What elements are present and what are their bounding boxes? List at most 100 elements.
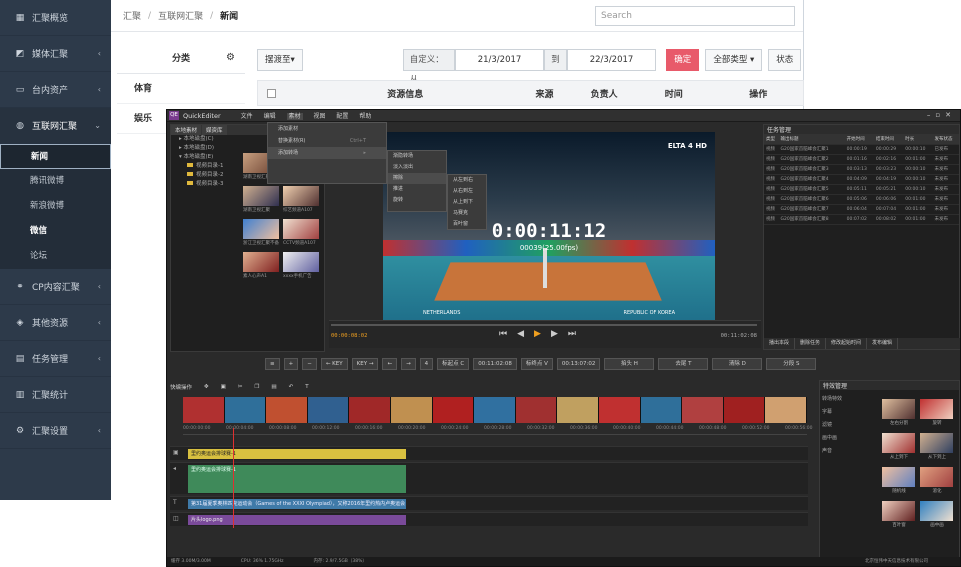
table-row[interactable]: 视频 G20国家首脑峰会汇聚5 00:05:11 00:05:21 00:00:10 未发… bbox=[764, 184, 959, 195]
frame-count-input[interactable]: 4 bbox=[419, 358, 434, 370]
filmstrip[interactable] bbox=[183, 397, 807, 423]
breadcrumb-item[interactable]: 互联网汇聚 bbox=[158, 9, 203, 22]
table-row[interactable]: 视频 G20国家首脑峰会汇聚4 00:04:09 00:04:19 00:00:10 未发… bbox=[764, 174, 959, 185]
effect-category[interactable]: 转场特效 bbox=[822, 395, 842, 408]
clear-button[interactable]: 清除 D bbox=[712, 358, 763, 370]
sidebar-item-settings[interactable]: ⚙ 汇聚设置 ‹ bbox=[0, 413, 111, 449]
text-clip[interactable]: 第31届夏季奥林匹克运动会（Games of the XXXI Olympiad… bbox=[188, 499, 406, 509]
sidebar-subitem-wechat[interactable]: 微信 bbox=[0, 219, 111, 244]
sidebar-item-media[interactable]: ◩ 媒体汇聚 ‹ bbox=[0, 36, 111, 72]
out-timecode-field[interactable]: 00:13:07:02 bbox=[556, 358, 601, 370]
zoom-in-button[interactable]: + bbox=[283, 358, 299, 370]
sidebar-item-tasks[interactable]: ▤ 任务管理 ‹ bbox=[0, 341, 111, 377]
menu-item[interactable]: 旋转 bbox=[388, 195, 446, 206]
menu-item[interactable]: 马赛克 bbox=[448, 208, 486, 219]
menu-item[interactable]: 渐隐转场 bbox=[388, 151, 446, 162]
search-input[interactable]: Search bbox=[595, 6, 795, 26]
category-item[interactable]: 体育 bbox=[117, 74, 245, 104]
trim-head-button[interactable]: 掐头 H bbox=[604, 358, 655, 370]
step-forward-button[interactable]: → bbox=[401, 358, 416, 370]
menu-item[interactable]: 百叶窗 bbox=[448, 219, 486, 230]
sidebar-item-internet[interactable]: ◍ 互联网汇聚 ⌄ bbox=[0, 108, 111, 144]
menu-item[interactable]: 从上到下 bbox=[448, 197, 486, 208]
effect-thumbnail[interactable] bbox=[920, 399, 953, 419]
date-to-input[interactable]: 22/3/2017 bbox=[566, 49, 657, 71]
sidebar-item-cp[interactable]: ⚭ CP内容汇聚 ‹ bbox=[0, 269, 111, 305]
audio-clip[interactable]: 里约奥运会排球赛-1 bbox=[188, 465, 406, 493]
scrub-bar[interactable] bbox=[331, 324, 757, 326]
thumbnail[interactable] bbox=[283, 252, 319, 272]
menu-item[interactable]: 擦除 bbox=[388, 173, 446, 184]
menu-view[interactable]: 视图 bbox=[313, 113, 325, 120]
mark-in-button[interactable]: 标起点 C bbox=[437, 358, 470, 370]
status-select[interactable]: 状态 bbox=[768, 49, 802, 71]
menu-edit[interactable]: 编辑 bbox=[264, 113, 276, 120]
effect-category[interactable]: 字幕 bbox=[822, 408, 842, 421]
tab-media-library[interactable]: 媒资库 bbox=[202, 125, 227, 135]
effect-category[interactable]: 声音 bbox=[822, 447, 842, 460]
menu-item-transition[interactable]: 添加转场 ▸ bbox=[268, 147, 386, 159]
send-to-button[interactable]: 摆渡至▾ bbox=[257, 49, 303, 71]
publish-edit-button[interactable]: 发布编辑 bbox=[867, 338, 899, 349]
thumbnail[interactable] bbox=[283, 219, 319, 239]
trim-tail-button[interactable]: 去尾 T bbox=[658, 358, 709, 370]
confirm-button[interactable]: 确定 bbox=[666, 49, 700, 71]
move-icon[interactable]: ✥ bbox=[204, 384, 209, 390]
thumbnail[interactable] bbox=[243, 186, 279, 206]
type-select[interactable]: 全部类型 ▾ bbox=[705, 49, 763, 71]
menu-item[interactable]: 淡入淡出 bbox=[388, 162, 446, 173]
thumbnail[interactable] bbox=[243, 252, 279, 272]
step-back-button[interactable]: ← bbox=[382, 358, 398, 370]
menu-item[interactable]: 从左到右 bbox=[448, 175, 486, 186]
delete-task-button[interactable]: 删除任务 bbox=[795, 338, 827, 349]
sidebar-item-stats[interactable]: ▥ 汇聚统计 bbox=[0, 377, 111, 413]
playback-controls[interactable]: ⏮◀▶▶⏭ bbox=[499, 329, 586, 339]
table-row[interactable]: 视频 G20国家首脑峰会汇聚3 00:03:13 00:03:23 00:00:10 未发… bbox=[764, 164, 959, 175]
effect-thumbnail[interactable] bbox=[882, 433, 915, 453]
table-row[interactable]: 视频 G20国家首脑峰会汇聚6 00:05:06 00:06:06 00:01:00 未发… bbox=[764, 194, 959, 205]
thumbnail[interactable] bbox=[283, 186, 319, 206]
prev-key-button[interactable]: ← KEY bbox=[320, 358, 348, 370]
sidebar-subitem-tencent[interactable]: 腾讯微博 bbox=[0, 169, 111, 194]
select-all-checkbox[interactable] bbox=[267, 88, 276, 98]
menu-item-add[interactable]: 添加素材 bbox=[268, 123, 386, 135]
mark-out-button[interactable]: 标终点 V bbox=[520, 358, 553, 370]
image-clip[interactable]: 片头logo.png bbox=[188, 515, 406, 525]
copy-icon[interactable]: ❐ bbox=[254, 384, 259, 390]
menu-item[interactable]: 从右到左 bbox=[448, 186, 486, 197]
effect-thumbnail[interactable] bbox=[920, 467, 953, 487]
sidebar-subitem-sina[interactable]: 新浪微博 bbox=[0, 194, 111, 219]
sidebar-subitem-forum[interactable]: 论坛 bbox=[0, 244, 111, 269]
table-row[interactable]: 视频 G20国家首脑峰会汇聚8 00:07:02 00:08:02 00:01:00 未发… bbox=[764, 214, 959, 225]
video-clip[interactable]: 里约奥运会排球赛-1 bbox=[188, 449, 406, 459]
effect-thumbnail[interactable] bbox=[882, 501, 915, 521]
effect-category[interactable]: 滤镜 bbox=[822, 421, 842, 434]
align-button[interactable]: ≡ bbox=[265, 358, 280, 370]
edit-time-button[interactable]: 修改起始时间 bbox=[826, 338, 868, 349]
menu-item-replace[interactable]: 替换素材(R) Ctrl+T bbox=[268, 135, 386, 147]
table-row[interactable]: 视频 G20国家首脑峰会汇聚7 00:06:04 00:07:04 00:01:00 未发… bbox=[764, 204, 959, 215]
effect-category[interactable]: 画中画 bbox=[822, 434, 842, 447]
breadcrumb-item[interactable]: 汇聚 bbox=[123, 9, 141, 22]
in-timecode-field[interactable]: 00:11:02:08 bbox=[473, 358, 517, 370]
menu-help[interactable]: 帮助 bbox=[359, 113, 371, 120]
tab-local[interactable]: 本地素材 bbox=[171, 125, 202, 135]
text-icon[interactable]: T bbox=[305, 384, 308, 390]
split-button[interactable]: 分段 S bbox=[766, 358, 817, 370]
undo-icon[interactable]: ↶ bbox=[289, 384, 294, 390]
table-row[interactable]: 视频 G20国家首脑峰会汇聚2 00:01:16 00:02:16 00:01:00 未发… bbox=[764, 154, 959, 165]
zoom-out-button[interactable]: − bbox=[302, 358, 317, 370]
menu-item[interactable]: 推进 bbox=[388, 184, 446, 195]
effect-thumbnail[interactable] bbox=[920, 433, 953, 453]
playhead[interactable] bbox=[233, 428, 234, 528]
effect-thumbnail[interactable] bbox=[882, 467, 915, 487]
thumbnail[interactable] bbox=[243, 219, 279, 239]
play-segment-button[interactable]: 播出本段 bbox=[764, 338, 796, 349]
sidebar-item-assets[interactable]: ▭ 台内资产 ‹ bbox=[0, 72, 111, 108]
sidebar-item-overview[interactable]: ▦ 汇聚概览 bbox=[0, 0, 111, 36]
gear-icon[interactable]: ⚙ bbox=[226, 52, 235, 63]
menu-file[interactable]: 文件 bbox=[241, 113, 253, 120]
paste-icon[interactable]: ▤ bbox=[271, 384, 276, 390]
date-from-input[interactable]: 21/3/2017 bbox=[454, 49, 545, 71]
next-key-button[interactable]: KEY → bbox=[351, 358, 379, 370]
